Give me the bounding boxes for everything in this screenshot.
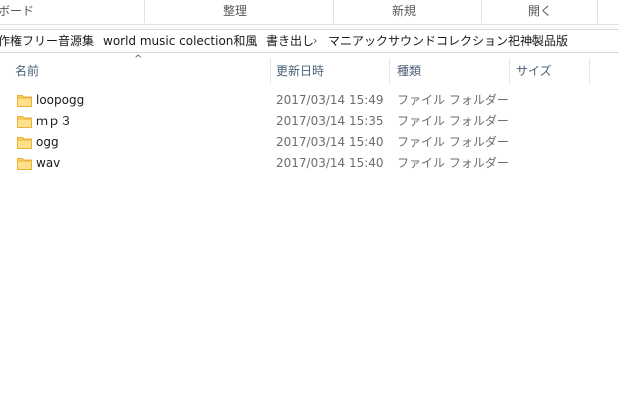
breadcrumb[interactable]: 作権フリー音源集 › world music colection和風 › 書き出… xyxy=(0,29,619,53)
column-header-name[interactable]: 名前 xyxy=(15,56,39,86)
file-modified: 2017/03/14 15:49 xyxy=(276,93,384,107)
breadcrumb-item[interactable]: 作権フリー音源集 xyxy=(0,30,94,52)
breadcrumb-item[interactable]: world music colection和風 xyxy=(103,30,257,52)
folder-icon xyxy=(17,158,32,170)
chevron-right-icon[interactable]: › xyxy=(530,30,534,52)
file-name: loopogg xyxy=(36,93,85,107)
column-header-size[interactable]: サイズ xyxy=(516,56,552,86)
file-modified: 2017/03/14 15:40 xyxy=(276,135,384,149)
column-header-type[interactable]: 種類 xyxy=(397,56,421,86)
column-divider[interactable] xyxy=(509,58,510,84)
breadcrumb-item[interactable]: 書き出し xyxy=(266,30,314,52)
chevron-right-icon[interactable]: › xyxy=(89,30,93,52)
file-modified: 2017/03/14 15:40 xyxy=(276,156,384,170)
column-divider[interactable] xyxy=(589,58,590,84)
chevron-right-icon[interactable]: › xyxy=(313,30,317,52)
ribbon-group-new-label: 新規 xyxy=(392,4,417,18)
ribbon-divider xyxy=(481,0,482,23)
list-item[interactable]: ogg 2017/03/14 15:40 ファイル フォルダー xyxy=(0,132,619,153)
file-type: ファイル フォルダー xyxy=(397,93,509,107)
ribbon-divider xyxy=(333,0,334,23)
file-type: ファイル フォルダー xyxy=(397,156,509,170)
chevron-right-icon[interactable]: › xyxy=(252,30,256,52)
file-type: ファイル フォルダー xyxy=(397,135,509,149)
file-name: ogg xyxy=(36,135,59,149)
list-item[interactable]: ｍｐ３ 2017/03/14 15:35 ファイル フォルダー xyxy=(0,111,619,132)
file-name: ｍｐ３ xyxy=(36,114,73,128)
list-item[interactable]: loopogg 2017/03/14 15:49 ファイル フォルダー xyxy=(0,90,619,111)
column-header-row: 名前 更新日時 種類 サイズ xyxy=(0,56,619,86)
ribbon-group-organize-label: 整理 xyxy=(223,4,248,18)
file-modified: 2017/03/14 15:35 xyxy=(276,114,384,128)
ribbon-divider xyxy=(597,0,598,23)
list-item[interactable]: wav 2017/03/14 15:40 ファイル フォルダー xyxy=(0,153,619,174)
folder-icon xyxy=(17,116,32,128)
file-name: wav xyxy=(36,156,61,170)
ribbon-group-bar: ボード 整理 新規 開く xyxy=(0,0,619,25)
folder-icon xyxy=(17,137,32,149)
column-header-modified[interactable]: 更新日時 xyxy=(276,56,324,86)
column-divider[interactable] xyxy=(389,58,390,84)
ribbon-group-clipboard-label: ボード xyxy=(0,4,35,18)
file-type: ファイル フォルダー xyxy=(397,114,509,128)
ribbon-group-open-label: 開く xyxy=(528,4,553,18)
column-divider[interactable] xyxy=(270,58,271,84)
folder-icon xyxy=(17,95,32,107)
ribbon-divider xyxy=(144,0,145,23)
